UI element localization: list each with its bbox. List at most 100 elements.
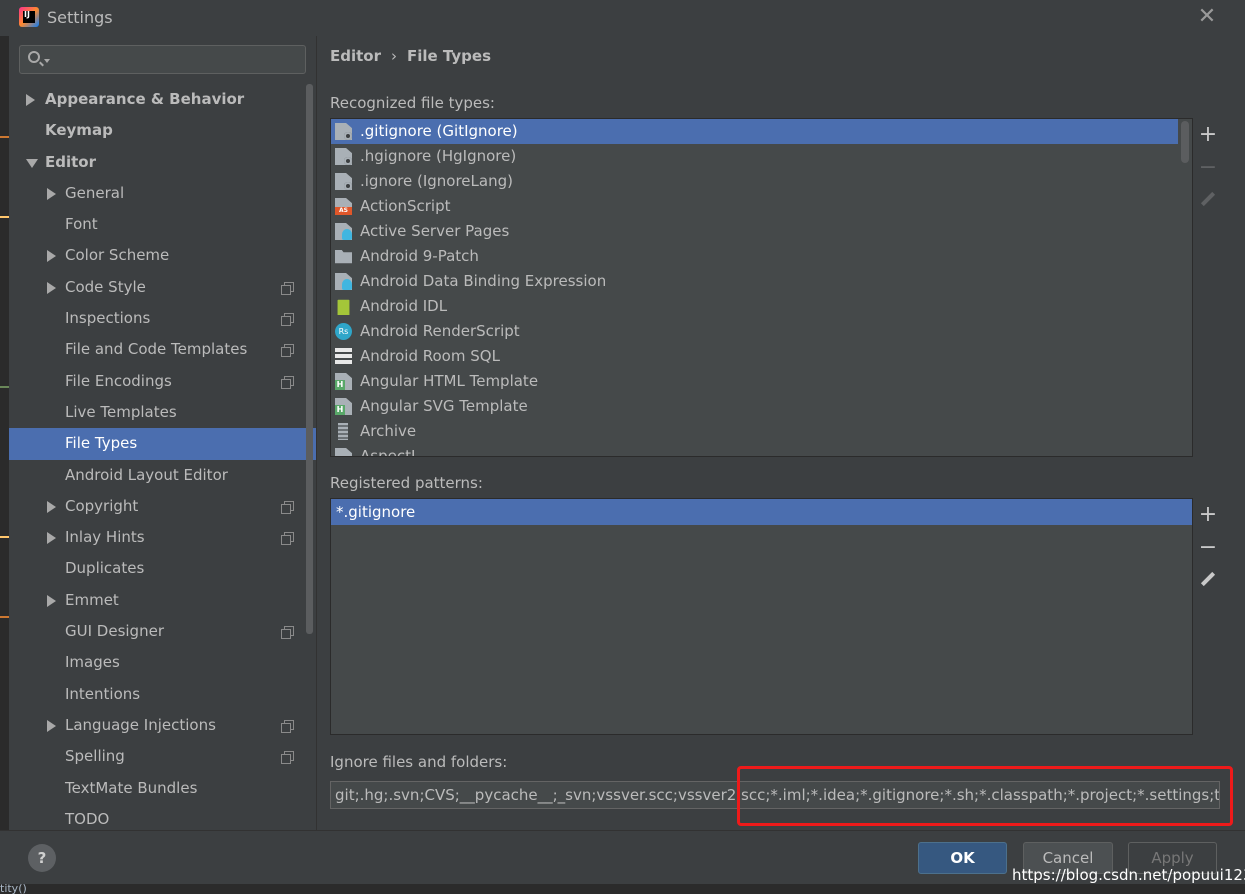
sidebar-item-android-layout-editor[interactable]: Android Layout Editor [9, 460, 316, 491]
file-type-row[interactable]: Rs Android RenderScript [331, 319, 1192, 344]
file-type-row[interactable]: Archive [331, 419, 1192, 444]
sidebar-item-label: Appearance & Behavior [45, 90, 245, 108]
sidebar-item-code-style[interactable]: Code Style [9, 272, 316, 303]
sidebar-item-language-injections[interactable]: Language Injections [9, 710, 316, 741]
sidebar-item-label: Inlay Hints [65, 528, 145, 547]
ignore-files-input[interactable]: git;.hg;.svn;CVS;__pycache__;_svn;vssver… [330, 781, 1220, 809]
pencil-icon [1200, 191, 1216, 207]
pattern-row[interactable]: *.gitignore [331, 499, 1192, 525]
expand-right-icon[interactable] [47, 250, 56, 263]
breadcrumb-separator: › [391, 47, 397, 65]
recognized-file-types-label: Recognized file types: [330, 94, 495, 112]
help-button[interactable]: ? [28, 844, 56, 872]
sidebar-item-label: Android Layout Editor [65, 465, 228, 484]
file-type-row[interactable]: Android Room SQL [331, 344, 1192, 369]
file-type-label: AspectJ [360, 447, 416, 457]
sidebar-item-duplicates[interactable]: Duplicates [9, 553, 316, 584]
file-type-row[interactable]: .gitignore (GitIgnore) [331, 119, 1192, 144]
file-type-row[interactable]: AspectJ [331, 444, 1192, 457]
sidebar-item-live-templates[interactable]: Live Templates [9, 397, 316, 428]
file-type-row[interactable]: H Angular SVG Template [331, 394, 1192, 419]
file-type-label: Archive [360, 422, 417, 440]
sidebar-item-textmate-bundles[interactable]: TextMate Bundles [9, 773, 316, 804]
file-types-scrollbar[interactable] [1178, 119, 1192, 456]
sidebar-item-editor[interactable]: Editor [9, 147, 316, 178]
remove-pattern-button[interactable]: − [1193, 534, 1223, 562]
expand-right-icon[interactable] [47, 719, 56, 732]
file-type-label: Active Server Pages [360, 222, 510, 240]
edit-file-type-button[interactable] [1193, 185, 1223, 213]
file-type-label: .ignore (IgnoreLang) [360, 172, 513, 190]
file-type-row[interactable]: Android Data Binding Expression [331, 269, 1192, 294]
remove-file-type-button[interactable]: − [1193, 154, 1223, 182]
sidebar-item-appearance-behavior[interactable]: Appearance & Behavior [9, 84, 316, 115]
expand-right-icon[interactable] [47, 500, 56, 513]
edit-pattern-button[interactable] [1193, 565, 1223, 593]
file-type-label: Android Data Binding Expression [360, 272, 607, 290]
expand-right-icon[interactable] [47, 187, 56, 200]
file-type-row[interactable]: .ignore (IgnoreLang) [331, 169, 1192, 194]
sidebar-item-inlay-hints[interactable]: Inlay Hints [9, 522, 316, 553]
close-icon[interactable]: ✕ [1196, 6, 1218, 28]
sidebar-item-font[interactable]: Font [9, 209, 316, 240]
sidebar-item-general[interactable]: General [9, 178, 316, 209]
sidebar-item-spelling[interactable]: Spelling [9, 741, 316, 772]
breadcrumb-current: File Types [407, 47, 491, 65]
file-type-row[interactable]: H Angular HTML Template [331, 369, 1192, 394]
sidebar-item-file-encodings[interactable]: File Encodings [9, 366, 316, 397]
file-type-row[interactable]: Android IDL [331, 294, 1192, 319]
recognized-file-types-list[interactable]: .gitignore (GitIgnore) .hgignore (HgIgnor… [330, 118, 1193, 457]
sidebar-item-copyright[interactable]: Copyright [9, 491, 316, 522]
file-type-row[interactable]: .hgignore (HgIgnore) [331, 144, 1192, 169]
sidebar-item-file-and-code-templates[interactable]: File and Code Templates [9, 334, 316, 365]
sidebar-item-images[interactable]: Images [9, 647, 316, 678]
sidebar-item-inspections[interactable]: Inspections [9, 303, 316, 334]
file-types-panel: Editor › File Types Recognized file types:… [317, 36, 1245, 830]
breadcrumb: Editor › File Types [330, 47, 491, 65]
sidebar-item-label: TextMate Bundles [65, 778, 198, 797]
patterns-toolbar: + − [1193, 501, 1223, 601]
expand-right-icon[interactable] [26, 94, 35, 106]
registered-patterns-list[interactable]: *.gitignore [330, 498, 1193, 735]
sidebar-scrollbar[interactable] [306, 84, 313, 634]
search-history-dropdown-icon[interactable] [44, 59, 50, 63]
registered-patterns-label: Registered patterns: [330, 474, 483, 492]
sidebar-item-todo[interactable]: TODO [9, 804, 316, 830]
settings-search-input[interactable] [19, 45, 306, 74]
ignore-files-label: Ignore files and folders: [330, 753, 508, 771]
background-editor-strip: tity() [0, 882, 1245, 894]
file-type-label: .hgignore (HgIgnore) [360, 147, 517, 165]
sidebar-item-emmet[interactable]: Emmet [9, 585, 316, 616]
file-type-row[interactable]: AS ActionScript [331, 194, 1192, 219]
asp-icon [335, 223, 352, 240]
search-icon [28, 51, 40, 63]
sidebar-item-label: Keymap [45, 121, 113, 140]
ok-button[interactable]: OK [918, 842, 1007, 874]
file-type-row[interactable]: Android 9-Patch [331, 244, 1192, 269]
expand-down-icon[interactable] [26, 158, 38, 168]
sidebar-item-file-types[interactable]: File Types [9, 428, 316, 460]
file-type-row[interactable]: Active Server Pages [331, 219, 1192, 244]
file-type-label: ActionScript [360, 197, 451, 215]
title-bar: IJ Settings ✕ [0, 0, 1245, 36]
sidebar-item-gui-designer[interactable]: GUI Designer [9, 616, 316, 647]
sidebar-item-label: Code Style [65, 277, 146, 296]
sidebar-item-label: Color Scheme [65, 246, 170, 265]
sidebar-item-intentions[interactable]: Intentions [9, 679, 316, 710]
add-file-type-button[interactable]: + [1193, 121, 1223, 149]
expand-right-icon[interactable] [47, 281, 56, 294]
expand-right-icon[interactable] [47, 532, 56, 545]
android-icon [337, 299, 350, 315]
file-type-label: Android RenderScript [360, 322, 520, 340]
expand-right-icon[interactable] [47, 594, 56, 607]
add-pattern-button[interactable]: + [1193, 501, 1223, 529]
project-scope-icon [281, 281, 294, 295]
file-type-label: Android IDL [360, 297, 448, 315]
watermark-text: https://blog.csdn.net/popuui123 [1012, 866, 1245, 884]
file-icon [335, 448, 352, 456]
project-scope-icon [281, 313, 294, 327]
sidebar-item-color-scheme[interactable]: Color Scheme [9, 240, 316, 271]
html-icon: H [335, 373, 352, 390]
sidebar-item-keymap[interactable]: Keymap [9, 115, 316, 146]
database-icon [335, 348, 352, 365]
